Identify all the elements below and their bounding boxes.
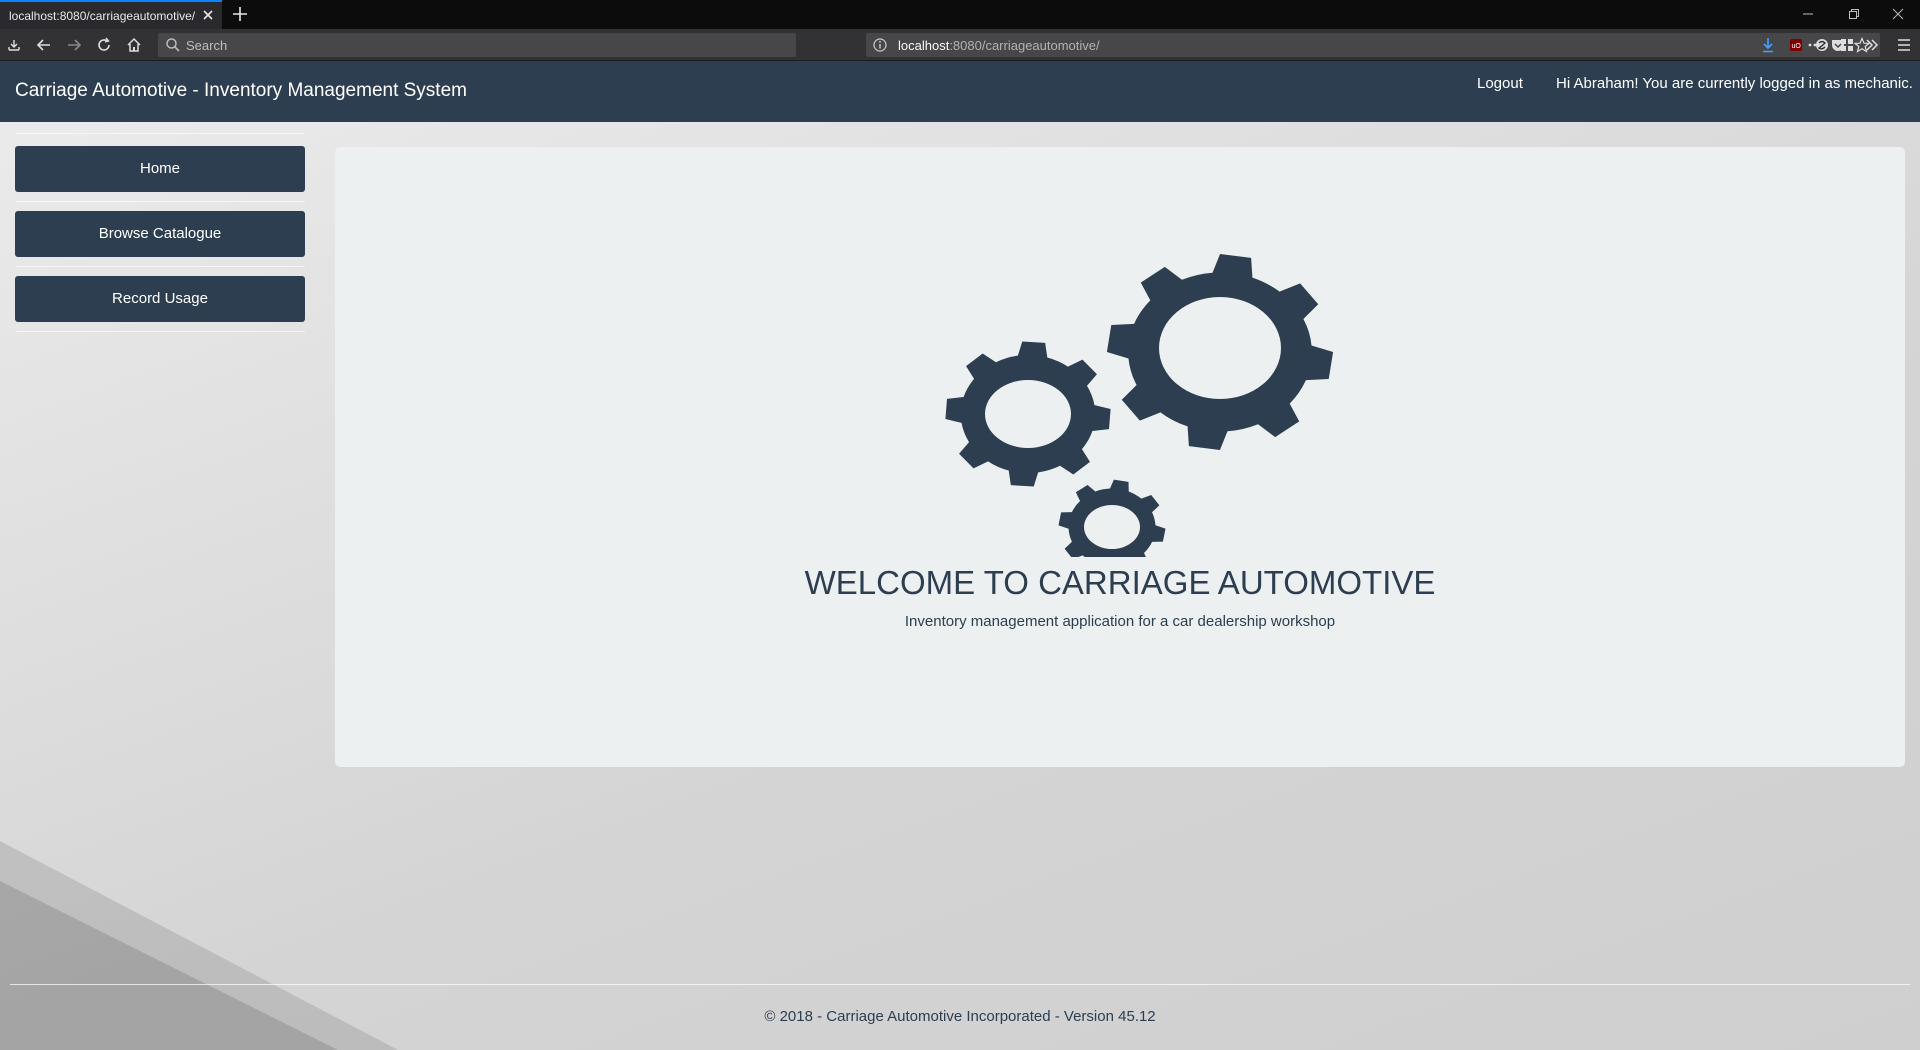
minimize-icon[interactable]	[1800, 6, 1816, 22]
extension-icons[interactable]: uO	[1760, 37, 1920, 53]
user-greeting: Hi Abraham! You are currently logged in …	[1556, 75, 1913, 92]
browser-toolbar: Search localhost:8080/carriageautomotive…	[0, 29, 1920, 61]
sidebar: Home Browse Catalogue Record Usage	[15, 133, 305, 332]
footer-copyright: © 2018 - Carriage Automotive Incorporate…	[764, 1008, 1156, 1025]
svg-text:uO: uO	[1792, 43, 1802, 50]
restore-icon[interactable]	[1846, 6, 1862, 22]
welcome-subheading: Inventory management application for a c…	[904, 613, 1336, 630]
url-host: localhost	[898, 38, 950, 53]
search-placeholder: Search	[186, 38, 228, 53]
welcome-panel: WELCOME TO CARRIAGE AUTOMOTIVE Inventory…	[335, 147, 1905, 767]
search-input[interactable]: Search	[158, 33, 796, 57]
close-window-icon[interactable]	[1890, 6, 1906, 22]
sidebar-divider	[15, 331, 305, 332]
back-icon[interactable]	[36, 37, 52, 53]
app-header: Carriage Automotive - Inventory Manageme…	[0, 61, 1920, 122]
sidebar-divider	[15, 133, 305, 134]
sidebar-item-browse-catalogue[interactable]: Browse Catalogue	[15, 211, 305, 257]
site-info-icon[interactable]	[872, 37, 888, 53]
tab-title: localhost:8080/carriageautomotive/	[9, 9, 196, 23]
footer-divider	[10, 984, 1910, 985]
address-bar[interactable]: localhost:8080/carriageautomotive/	[866, 33, 1880, 57]
new-tab-icon[interactable]	[230, 4, 250, 24]
forward-icon[interactable]	[66, 37, 82, 53]
welcome-heading: WELCOME TO CARRIAGE AUTOMOTIVE	[804, 564, 1436, 601]
home-icon[interactable]	[126, 37, 142, 53]
browser-tab[interactable]: localhost:8080/carriageautomotive/	[0, 0, 222, 29]
library-icon[interactable]	[6, 37, 22, 53]
gears-icon	[940, 242, 1347, 557]
sidebar-item-record-usage[interactable]: Record Usage	[15, 276, 305, 322]
browser-tab-bar: localhost:8080/carriageautomotive/	[0, 0, 1920, 29]
url-text: localhost:8080/carriageautomotive/	[898, 38, 1100, 53]
reload-icon[interactable]	[96, 37, 112, 53]
web-page: Carriage Automotive - Inventory Manageme…	[0, 61, 1920, 1050]
url-path: :8080/carriageautomotive/	[949, 38, 1100, 53]
sidebar-divider	[15, 266, 305, 267]
close-tab-icon[interactable]	[200, 7, 216, 23]
app-title: Carriage Automotive - Inventory Manageme…	[15, 80, 467, 101]
search-icon	[166, 38, 180, 52]
logout-link[interactable]: Logout	[1477, 75, 1523, 92]
sidebar-divider	[15, 201, 305, 202]
sidebar-item-home[interactable]: Home	[15, 146, 305, 192]
